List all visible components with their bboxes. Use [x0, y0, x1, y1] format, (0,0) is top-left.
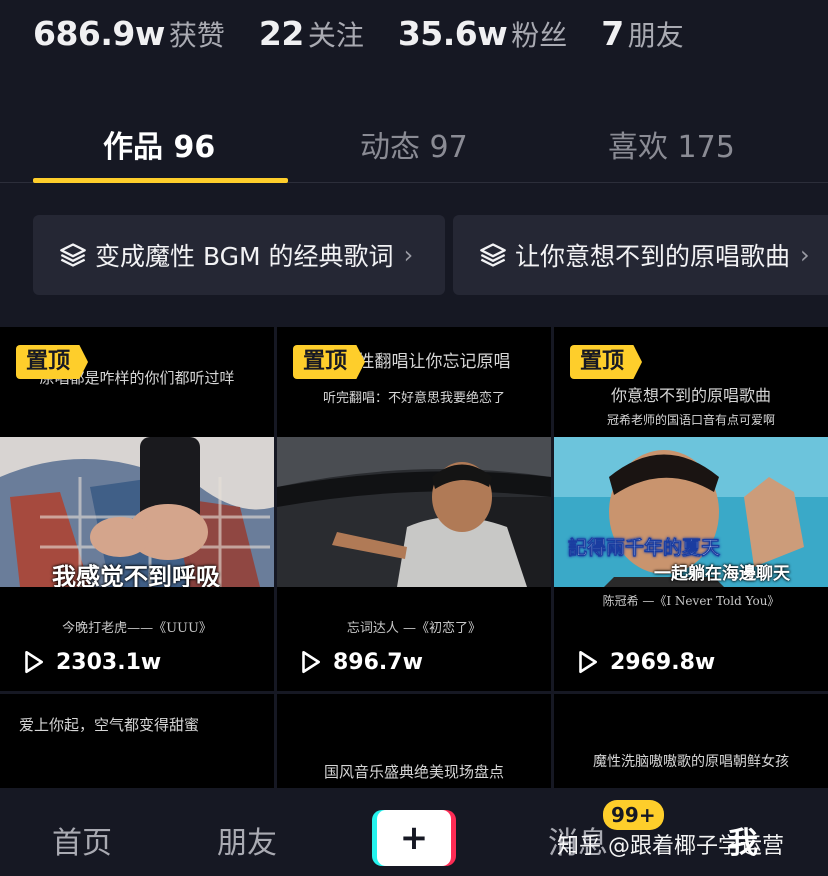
video-bottom-caption: 今晚打老虎——《UUU》: [62, 621, 212, 636]
video-subtitle-2: 一起躺在海邊聊天: [654, 564, 790, 584]
stat-likes[interactable]: 686.9w 获赞: [33, 14, 225, 54]
stat-friends-count: 7: [601, 14, 624, 53]
stat-followers[interactable]: 35.6w 粉丝: [398, 14, 567, 54]
collection-bgm-lyrics[interactable]: 变成魔性 BGM 的经典歌词 ›: [33, 215, 445, 295]
watermark-text: 知乎 @跟着椰子学运营: [557, 834, 784, 859]
collection-original-songs[interactable]: 让你意想不到的原唱歌曲 ›: [453, 215, 828, 295]
play-count: 896.7w: [297, 649, 423, 675]
bottom-nav: 首页 朋友 + 消息 99+ 我 知乎 @跟着椰子学运营: [0, 788, 828, 876]
stat-following-label: 关注: [307, 19, 364, 52]
profile-stats: 686.9w 获赞 22 关注 35.6w 粉丝 7 朋友: [33, 14, 718, 54]
nav-home[interactable]: 首页: [52, 818, 112, 862]
stat-likes-count: 686.9w: [33, 14, 165, 53]
tab-works[interactable]: 作品 96: [103, 122, 215, 166]
video-card[interactable]: 国风音乐盛典绝美现场盘点: [277, 694, 551, 788]
video-thumbnail: 記得兩千年的夏天 一起躺在海邊聊天: [554, 437, 828, 587]
video-card[interactable]: 你意想不到的原唱歌曲 冠希老师的国语口音有点可爱啊 記得兩千年的夏天 一起躺在海…: [554, 327, 828, 691]
stat-following-count: 22: [258, 14, 304, 53]
play-icon: [302, 650, 320, 674]
video-subtitle: 我感觉不到呼吸: [52, 563, 220, 587]
video-top-caption: 爱上你起，空气都变得甜蜜: [18, 716, 199, 734]
stack-icon: [480, 243, 506, 267]
stat-friends[interactable]: 7 朋友: [601, 14, 683, 54]
tab-active-indicator: [33, 178, 288, 183]
stat-friends-label: 朋友: [627, 19, 684, 52]
video-thumbnail: 我感觉不到呼吸: [0, 437, 274, 587]
video-card[interactable]: 爱上你起，空气都变得甜蜜: [0, 694, 274, 788]
stat-followers-count: 35.6w: [397, 14, 508, 53]
video-bottom-caption: 陈冠希 —《I Never Told You》: [602, 594, 780, 608]
video-top-caption: 你意想不到的原唱歌曲: [610, 386, 771, 405]
play-count-value: 2969.8w: [610, 649, 716, 675]
create-button[interactable]: +: [372, 810, 456, 866]
tab-activity[interactable]: 动态 97: [360, 122, 468, 166]
video-thumbnail: [277, 437, 551, 587]
stat-followers-label: 粉丝: [511, 19, 568, 52]
video-top-caption: 魔性洗脑嗷嗷歌的原唱朝鲜女孩: [593, 754, 789, 770]
stat-following[interactable]: 22 关注: [259, 14, 364, 54]
video-subtitle: 記得兩千年的夏天: [568, 537, 721, 560]
video-bottom-caption: 忘词达人 —《初恋了》: [346, 621, 482, 636]
video-top-caption-2: 冠希老师的国语口音有点可爱啊: [606, 413, 775, 427]
profile-page: 686.9w 获赞 22 关注 35.6w 粉丝 7 朋友 作品 96 动态 9…: [0, 0, 828, 876]
video-card[interactable]: 原唱都是咋样的你们都听过咩 我感觉不到呼吸 今晚打老虎——《UUU》 2303.…: [0, 327, 274, 691]
play-count-value: 2303.1w: [56, 649, 162, 675]
plus-icon: +: [377, 810, 451, 866]
stat-likes-label: 获赞: [168, 19, 225, 52]
video-card[interactable]: 性翻唱让你忘记原唱 听完翻唱：不好意思我要绝恋了 忘词达人 —《初恋了》 896…: [277, 327, 551, 691]
chevron-right-icon: ›: [800, 241, 810, 269]
video-top-caption-2: 听完翻唱：不好意思我要绝恋了: [322, 391, 505, 406]
video-card[interactable]: 魔性洗脑嗷嗷歌的原唱朝鲜女孩: [554, 694, 828, 788]
thumbnail-image: [277, 437, 551, 587]
play-count-value: 896.7w: [333, 649, 423, 675]
pinned-badge: 置顶: [293, 345, 366, 379]
nav-friends[interactable]: 朋友: [217, 818, 277, 862]
collection-label: 变成魔性 BGM 的经典歌词: [95, 242, 394, 271]
collection-label: 让你意想不到的原唱歌曲: [515, 242, 791, 271]
pinned-badge: 置顶: [16, 345, 89, 379]
play-icon: [25, 650, 43, 674]
play-count: 2969.8w: [574, 649, 715, 675]
chevron-right-icon: ›: [403, 241, 414, 269]
stack-icon: [60, 243, 86, 267]
pinned-badge: 置顶: [570, 345, 643, 379]
video-top-caption: 国风音乐盛典绝美现场盘点: [323, 763, 504, 781]
profile-tabs: 作品 96 动态 97 喜欢 175: [0, 100, 828, 183]
messages-badge: 99+: [603, 800, 664, 830]
play-count: 2303.1w: [20, 649, 161, 675]
tab-likes[interactable]: 喜欢 175: [608, 122, 735, 166]
play-icon: [579, 650, 597, 674]
